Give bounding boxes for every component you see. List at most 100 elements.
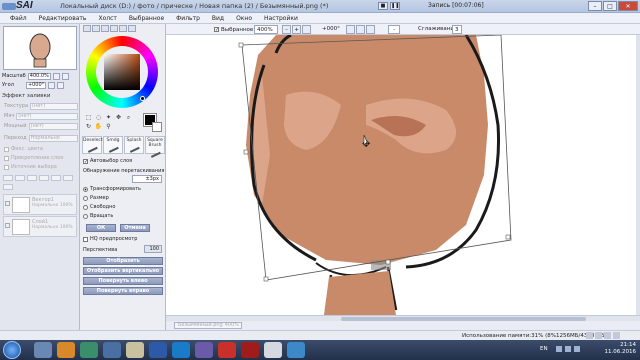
explorer-icon[interactable] (34, 342, 52, 358)
start-button[interactable] (3, 341, 21, 359)
rotate-right-button[interactable] (57, 81, 65, 89)
close-button[interactable]: ✕ (618, 1, 638, 11)
angle-reset-button[interactable] (366, 25, 375, 34)
brush-square[interactable]: Square Brush (145, 136, 165, 158)
new-vector-layer-icon[interactable] (15, 175, 25, 181)
zoom-in-button[interactable] (61, 72, 69, 80)
volume-icon[interactable] (565, 346, 571, 352)
cancel-button[interactable]: Отмена (120, 224, 150, 232)
angle-field[interactable]: +000° (25, 81, 47, 89)
drawing-canvas[interactable]: ✥ (166, 35, 636, 315)
drag-detect-field[interactable]: ±3px (132, 175, 162, 183)
maximize-button[interactable]: □ (603, 1, 617, 11)
zoom-minus-button[interactable]: – (282, 25, 291, 34)
ok-button[interactable]: ОК (86, 224, 116, 232)
clip-layer-check[interactable]: Прикрепление слоя (4, 155, 63, 161)
battery-icon[interactable] (574, 346, 580, 352)
layer-item[interactable]: Слой1 Нормально 100% (3, 216, 77, 237)
canvas-angle-value[interactable]: +000° (322, 25, 340, 34)
scratchpad-tab-icon[interactable] (128, 25, 136, 32)
zoom-out-button[interactable] (52, 72, 60, 80)
canvas-zoom-field[interactable]: 400% (254, 25, 278, 34)
viber-icon[interactable] (195, 342, 213, 358)
opera-icon[interactable] (218, 342, 236, 358)
settings-app-icon[interactable] (287, 342, 305, 358)
sai-app-icon[interactable] (126, 342, 144, 358)
vk-icon[interactable] (149, 342, 167, 358)
selection-source-check[interactable]: Источник выбора (4, 164, 57, 170)
menu-canvas[interactable]: Холст (92, 13, 122, 23)
folder-icon[interactable] (103, 342, 121, 358)
vertical-scrollbar[interactable] (636, 35, 640, 315)
rotate-icon[interactable]: ↻ (84, 123, 93, 131)
mode-transform-radio[interactable]: Трансформировать (83, 186, 141, 192)
navigator-preview[interactable] (3, 26, 77, 70)
zoom-reset-button[interactable] (302, 25, 311, 34)
zoom-icon[interactable]: ⌕ (124, 114, 133, 122)
skype-icon[interactable] (172, 342, 190, 358)
menu-window[interactable]: Окно (230, 13, 258, 23)
menu-file[interactable]: Файл (4, 13, 33, 23)
magic-wand-icon[interactable]: ✦ (104, 114, 113, 122)
color-wheel[interactable] (86, 36, 158, 108)
rotate-left-button[interactable]: Повернуть влево (83, 277, 163, 285)
input-language[interactable]: EN (540, 346, 548, 352)
delete-layer-icon[interactable] (3, 184, 13, 190)
document-tab[interactable]: Безымянный.png 400% (174, 322, 242, 329)
menu-view[interactable]: Вид (206, 13, 230, 23)
palette-tab-icon[interactable] (110, 25, 118, 32)
new-layer-icon[interactable] (3, 175, 13, 181)
new-folder-icon[interactable] (27, 175, 37, 181)
auto-select-layer-check[interactable]: ✓ Автовыбор слоя (83, 158, 132, 164)
network-icon[interactable] (556, 346, 562, 352)
selected-only-check[interactable]: ✓ Выбранное (214, 25, 253, 34)
menu-settings[interactable]: Настройки (258, 13, 304, 23)
fill-power-field[interactable]: (нет) (28, 122, 78, 130)
mode-scale-radio[interactable]: Размер (83, 195, 109, 201)
eyedropper-icon[interactable]: ⚲ (104, 123, 113, 131)
smoothing-field[interactable]: 3 (452, 25, 462, 34)
blend-mode-select[interactable]: Нормально (28, 134, 78, 142)
fill-texture-field[interactable]: (нет) (30, 102, 78, 110)
zoom-field[interactable]: 400.0% (27, 72, 51, 80)
media-player-icon[interactable] (57, 342, 75, 358)
brush-deselect[interactable]: Deselect (82, 136, 103, 154)
minimize-button[interactable]: – (588, 1, 602, 11)
color-picker-marker[interactable] (140, 96, 145, 101)
angle-minus-button[interactable] (346, 25, 355, 34)
record-stop-icon[interactable]: ■ (378, 2, 388, 10)
select-rect-icon[interactable]: ⬚ (84, 114, 93, 122)
fix-color-check[interactable]: Фикс. цвета (4, 146, 43, 152)
flip-horizontal-button[interactable]: Отобразить горизонтально (83, 257, 163, 270)
visibility-eye-icon[interactable] (5, 223, 10, 228)
menu-selection[interactable]: Выбранное (123, 13, 170, 23)
zoom-plus-button[interactable]: + (292, 25, 301, 34)
background-color-swatch[interactable] (152, 122, 162, 132)
copy-layer-icon[interactable] (39, 175, 49, 181)
color-wheel-tab-icon[interactable] (83, 25, 91, 32)
flip-vertical-button[interactable]: Отобразить вертикально (83, 267, 163, 275)
chrome-icon[interactable] (80, 342, 98, 358)
brush-splash[interactable]: Splash (124, 136, 144, 154)
rotate-left-button[interactable] (48, 81, 56, 89)
fill-ball-field[interactable]: (нет) (16, 112, 78, 120)
clock[interactable]: 21:14 11.06.2016 (605, 342, 637, 356)
menu-edit[interactable]: Редактировать (33, 13, 93, 23)
move-icon[interactable]: ✥ (114, 114, 123, 122)
flip-canvas-button[interactable]: -> (388, 25, 400, 41)
lasso-icon[interactable]: ◌ (94, 114, 103, 122)
rotate-right-button[interactable]: Повернуть вправо (83, 287, 163, 295)
rgb-slider-tab-icon[interactable] (92, 25, 100, 32)
recorder-icon[interactable] (241, 342, 259, 358)
hand-icon[interactable]: ✋ (94, 123, 103, 131)
merge-down-icon[interactable] (51, 175, 61, 181)
paint-icon[interactable] (264, 342, 282, 358)
layer-item[interactable]: Вектор1 Нормально 100% (3, 194, 77, 215)
swatches-tab-icon[interactable] (119, 25, 127, 32)
menu-filter[interactable]: Фильтр (170, 13, 206, 23)
visibility-eye-icon[interactable] (5, 201, 10, 206)
record-pause-icon[interactable]: ❚❚ (390, 2, 400, 10)
mode-free-radio[interactable]: Свободно (83, 204, 115, 210)
saturation-value-square[interactable] (104, 54, 140, 90)
angle-plus-button[interactable] (356, 25, 365, 34)
